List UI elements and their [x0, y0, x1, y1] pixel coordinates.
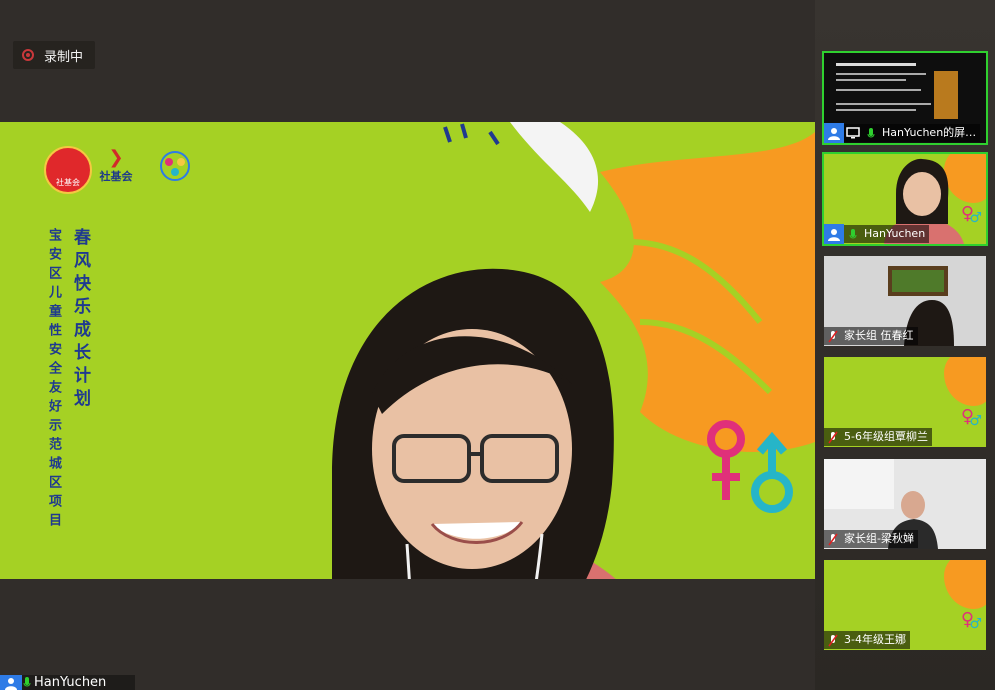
banner-subtitle: 宝安区儿童性安全友好示范城区项目: [46, 228, 61, 532]
logo-community-center: [152, 146, 198, 192]
speaker-name-tag: HanYuchen: [0, 675, 135, 690]
microphone-icon: [22, 675, 32, 690]
logo-shejihui: ❯ 社基会: [96, 148, 136, 192]
logo-name: 社基会: [99, 170, 133, 183]
participant-tile-5[interactable]: 家长组-梁秋婵: [824, 459, 986, 549]
speaker-video: 社基会 ❯ 社基会 春风快乐成长计划 宝安区儿童性安全友好示范城区项目: [0, 122, 815, 579]
user-icon: [0, 675, 22, 690]
banner-title: 春风快乐成长计划: [70, 228, 90, 412]
microphone-muted-icon: [824, 428, 842, 446]
microphone-icon: [844, 225, 862, 243]
record-icon: [22, 49, 34, 61]
participant-tile-4[interactable]: ♀ ♂ 5-6年级组覃柳兰: [824, 357, 986, 447]
recording-label: 录制中: [44, 49, 84, 65]
participant-name: 家长组 伍春红: [842, 327, 918, 345]
logo-label: 社基会: [56, 178, 80, 187]
logo-mark-icon: ❯: [108, 147, 124, 168]
participant-name: 家长组-梁秋婵: [842, 530, 918, 548]
participant-name: HanYuchen: [862, 225, 930, 243]
microphone-muted-icon: [824, 631, 842, 649]
user-icon: [824, 123, 844, 143]
microphone-muted-icon: [824, 530, 842, 548]
recording-indicator[interactable]: 录制中: [13, 41, 95, 69]
shared-screen-preview: [836, 63, 958, 119]
logo-charity-red: 社基会: [44, 146, 92, 194]
speaker-person: [332, 268, 616, 579]
user-icon: [824, 224, 844, 244]
participant-name: 3-4年级王娜: [842, 631, 910, 649]
screen-share-icon: [844, 124, 862, 142]
microphone-muted-icon: [824, 327, 842, 345]
participant-tile-3[interactable]: 家长组 伍春红: [824, 256, 986, 346]
participant-name: HanYuchen的屏…: [880, 124, 981, 142]
speaker-name: HanYuchen: [34, 675, 107, 690]
microphone-icon: [862, 124, 880, 142]
participant-name: 5-6年级组覃柳兰: [842, 428, 932, 446]
participant-tile-2[interactable]: ♀ ♂ HanYuchen: [822, 152, 988, 246]
participant-tile-6[interactable]: ♀ ♂ 3-4年级王娜: [824, 560, 986, 650]
participant-tile-1[interactable]: HanYuchen的屏…: [822, 51, 988, 145]
